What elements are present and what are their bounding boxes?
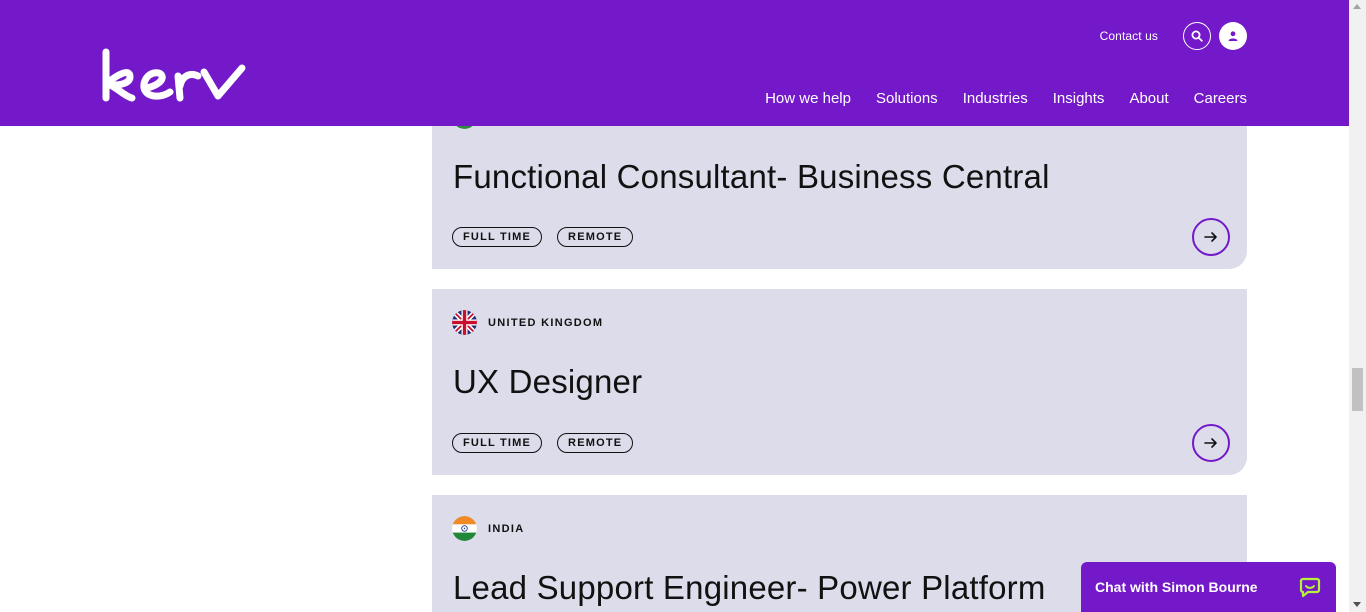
user-icon <box>1228 31 1238 41</box>
account-button[interactable] <box>1219 22 1247 50</box>
job-location: UNITED KINGDOM <box>452 310 603 335</box>
nav-careers[interactable]: Careers <box>1194 90 1247 107</box>
page-scrollbar[interactable] <box>1349 0 1366 612</box>
nav-insights[interactable]: Insights <box>1053 90 1105 107</box>
job-title[interactable]: UX Designer <box>453 363 642 401</box>
scroll-up-arrow-icon[interactable] <box>1353 4 1361 9</box>
chat-bubble-icon <box>1299 577 1321 598</box>
job-tags: FULL TIME REMOTE <box>452 433 634 453</box>
job-tag: REMOTE <box>557 227 634 247</box>
arrow-right-icon <box>1204 438 1217 448</box>
arrow-right-icon <box>1204 232 1217 242</box>
contact-us-link[interactable]: Contact us <box>1100 29 1158 43</box>
country-name: INDIA <box>488 522 525 535</box>
nav-how-we-help[interactable]: How we help <box>765 90 851 107</box>
scroll-down-arrow-icon[interactable] <box>1353 602 1361 607</box>
main-nav: How we help Solutions Industries Insight… <box>765 90 1247 107</box>
nav-solutions[interactable]: Solutions <box>876 90 938 107</box>
job-tags: FULL TIME REMOTE <box>452 227 634 247</box>
job-title[interactable]: Functional Consultant- Business Central <box>453 158 1050 196</box>
scrollbar-thumb[interactable] <box>1352 368 1363 411</box>
page-content: Functional Consultant- Business Central … <box>0 0 1349 612</box>
search-button[interactable] <box>1183 22 1211 50</box>
nav-industries[interactable]: Industries <box>963 90 1028 107</box>
job-tag: REMOTE <box>557 433 634 453</box>
uk-flag-icon <box>452 310 477 335</box>
view-job-button[interactable] <box>1192 424 1230 462</box>
view-job-button[interactable] <box>1192 218 1230 256</box>
job-title[interactable]: Lead Support Engineer- Power Platform <box>453 569 1046 607</box>
search-icon <box>1191 30 1203 42</box>
site-header: Contact us How we help Solutions Industr… <box>0 0 1349 126</box>
job-tag: FULL TIME <box>452 227 543 247</box>
chat-widget-button[interactable]: Chat with Simon Bourne <box>1081 562 1336 612</box>
job-card[interactable]: UNITED KINGDOM UX Designer FULL TIME REM… <box>432 289 1247 475</box>
job-location: INDIA <box>452 516 524 541</box>
country-name: UNITED KINGDOM <box>488 316 604 329</box>
job-tag: FULL TIME <box>452 433 543 453</box>
nav-about[interactable]: About <box>1129 90 1168 107</box>
kerv-logo[interactable] <box>100 46 250 104</box>
india-flag-icon <box>452 516 477 541</box>
utility-bar: Contact us <box>1100 22 1247 50</box>
chat-label: Chat with Simon Bourne <box>1095 579 1258 595</box>
